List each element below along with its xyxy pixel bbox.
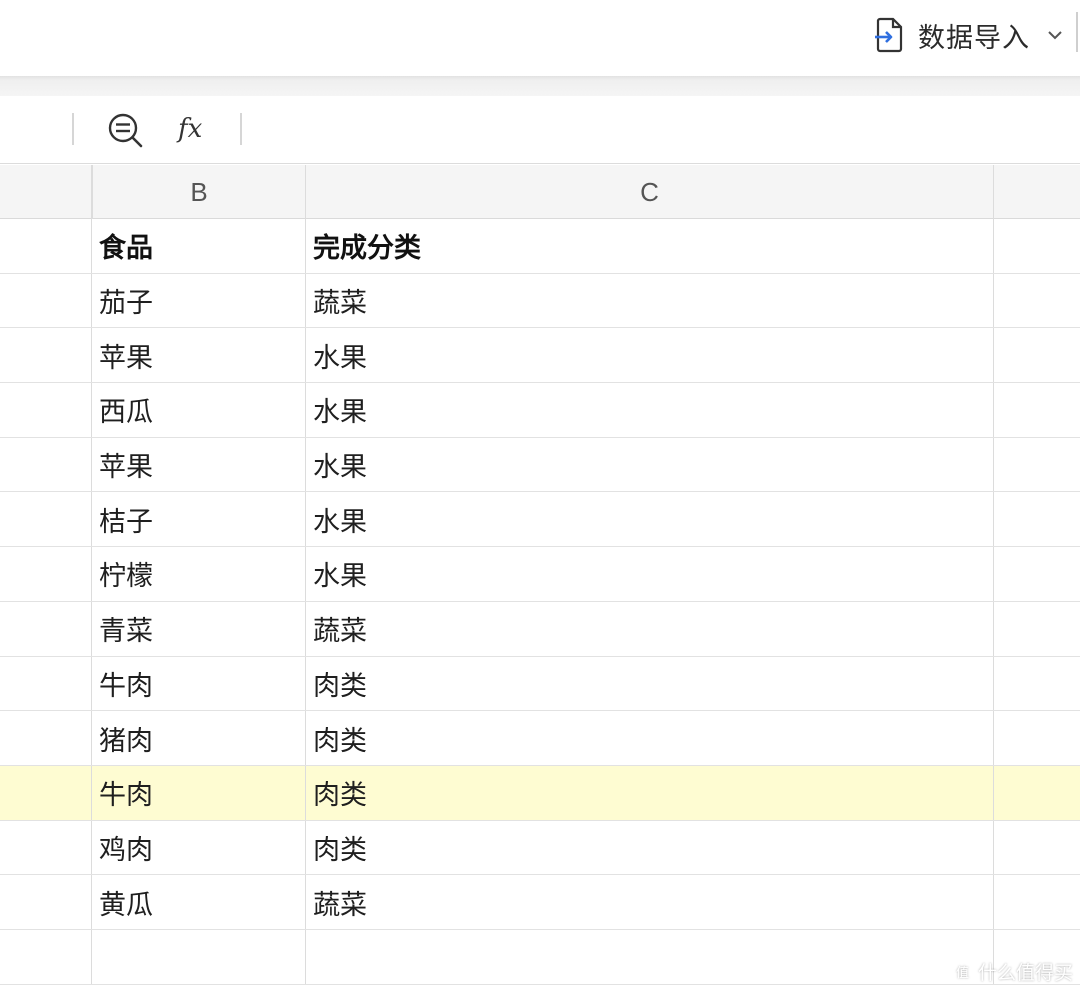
cell-b[interactable]: 西瓜 [92, 383, 306, 437]
column-header-row: B C [0, 165, 1080, 219]
cell-c[interactable]: 肉类 [306, 820, 994, 875]
cell-a[interactable] [0, 219, 92, 273]
cell-a[interactable] [0, 929, 92, 984]
cell-d[interactable] [994, 438, 1080, 492]
column-header-b[interactable]: B [92, 165, 306, 219]
watermark-text: 什么值得买 [978, 962, 1074, 984]
fx-icon[interactable]: fx [176, 110, 212, 146]
cell-b[interactable]: 牛肉 [92, 656, 306, 711]
file-import-icon [875, 17, 903, 53]
data-import-label: 数据导入 [918, 22, 1030, 54]
cell-c[interactable]: 水果 [306, 492, 994, 547]
watermark-logo-icon: 值 [950, 961, 972, 982]
table-row: 柠檬 水果 [0, 547, 1080, 602]
cell-c[interactable]: 蔬菜 [306, 601, 994, 656]
cell-a[interactable] [0, 437, 92, 492]
cell-c[interactable]: 肉类 [306, 711, 994, 765]
cell-c[interactable]: 水果 [306, 437, 994, 492]
column-header-c[interactable]: C [306, 165, 994, 219]
cell-c[interactable]: 完成分类 [306, 219, 994, 273]
cell-b[interactable]: 柠檬 [92, 547, 306, 601]
column-header-d[interactable] [994, 165, 1080, 219]
cell-a[interactable] [0, 711, 92, 765]
cell-b[interactable]: 猪肉 [92, 711, 306, 765]
table-row: 苹果 水果 [0, 437, 1080, 493]
table-row: 牛肉 肉类 [0, 656, 1080, 712]
cell-a[interactable] [0, 601, 92, 656]
cell-d[interactable] [994, 711, 1080, 765]
cell-a[interactable] [0, 273, 92, 328]
table-row: 苹果 水果 [0, 328, 1080, 384]
table-row [0, 929, 1080, 985]
table-row: 西瓜 水果 [0, 383, 1080, 438]
cell-c[interactable]: 水果 [306, 383, 994, 437]
top-toolbar: 数据导入 [0, 0, 1080, 76]
cell-b[interactable]: 鸡肉 [92, 820, 306, 875]
cell-a[interactable] [0, 820, 92, 875]
cell-c[interactable]: 肉类 [306, 656, 994, 711]
formula-bar: fx [0, 96, 1080, 164]
cell-d[interactable] [994, 383, 1080, 437]
toolbar-shadow [0, 76, 1080, 96]
cell-d[interactable] [994, 492, 1080, 546]
table-row: 牛肉 肉类 [0, 765, 1080, 821]
table-row: 黄瓜 蔬菜 [0, 875, 1080, 930]
cell-d[interactable] [994, 821, 1080, 875]
table-row: 猪肉 肉类 [0, 711, 1080, 766]
cell-c[interactable]: 肉类 [306, 765, 994, 820]
cell-d[interactable] [994, 219, 1080, 273]
formula-bar-separator [240, 113, 242, 145]
svg-text:fx: fx [176, 114, 203, 144]
cell-c[interactable]: 蔬菜 [306, 273, 994, 328]
cell-b[interactable]: 牛肉 [92, 765, 306, 820]
cell-d[interactable] [994, 875, 1080, 929]
cell-b[interactable] [92, 929, 306, 984]
column-header-a[interactable] [0, 165, 92, 219]
spreadsheet-grid: 食品 完成分类 茄子 蔬菜 苹果 水果 西瓜 水果 苹果 水果 桔子 水果 柠檬 水果 青菜 蔬菜 牛肉 肉类 猪肉… [0, 219, 1080, 985]
cell-b[interactable]: 桔子 [92, 492, 306, 547]
cell-c[interactable] [306, 929, 994, 984]
cell-a[interactable] [0, 492, 92, 547]
chevron-down-icon [1048, 31, 1062, 40]
cell-b[interactable]: 苹果 [92, 437, 306, 492]
cell-a[interactable] [0, 383, 92, 437]
cell-d[interactable] [994, 328, 1080, 382]
cell-a[interactable] [0, 656, 92, 711]
cell-a[interactable] [0, 765, 92, 820]
cell-b[interactable]: 黄瓜 [92, 875, 306, 929]
formula-bar-separator [72, 113, 74, 145]
zoom-out-icon[interactable] [106, 111, 144, 149]
table-row: 青菜 蔬菜 [0, 601, 1080, 657]
cell-a[interactable] [0, 328, 92, 383]
cell-d[interactable] [994, 657, 1080, 711]
cell-a[interactable] [0, 875, 92, 929]
toolbar-divider [1076, 12, 1078, 52]
table-row: 桔子 水果 [0, 492, 1080, 548]
cell-d[interactable] [994, 766, 1080, 820]
table-row: 食品 完成分类 [0, 219, 1080, 274]
table-row: 茄子 蔬菜 [0, 273, 1080, 329]
cell-b[interactable]: 茄子 [92, 273, 306, 328]
cell-b[interactable]: 苹果 [92, 328, 306, 383]
cell-a[interactable] [0, 547, 92, 601]
cell-c[interactable]: 蔬菜 [306, 875, 994, 929]
cell-d[interactable] [994, 602, 1080, 656]
table-row: 鸡肉 肉类 [0, 820, 1080, 876]
cell-c[interactable]: 水果 [306, 328, 994, 383]
data-import-button[interactable]: 数据导入 [874, 12, 1064, 58]
cell-b[interactable]: 食品 [92, 219, 306, 273]
watermark: 值 什么值得买 [950, 958, 1073, 985]
cell-b[interactable]: 青菜 [92, 601, 306, 656]
cell-d[interactable] [994, 274, 1080, 328]
svg-text:值: 值 [956, 965, 969, 981]
cell-c[interactable]: 水果 [306, 547, 994, 601]
cell-d[interactable] [994, 547, 1080, 601]
